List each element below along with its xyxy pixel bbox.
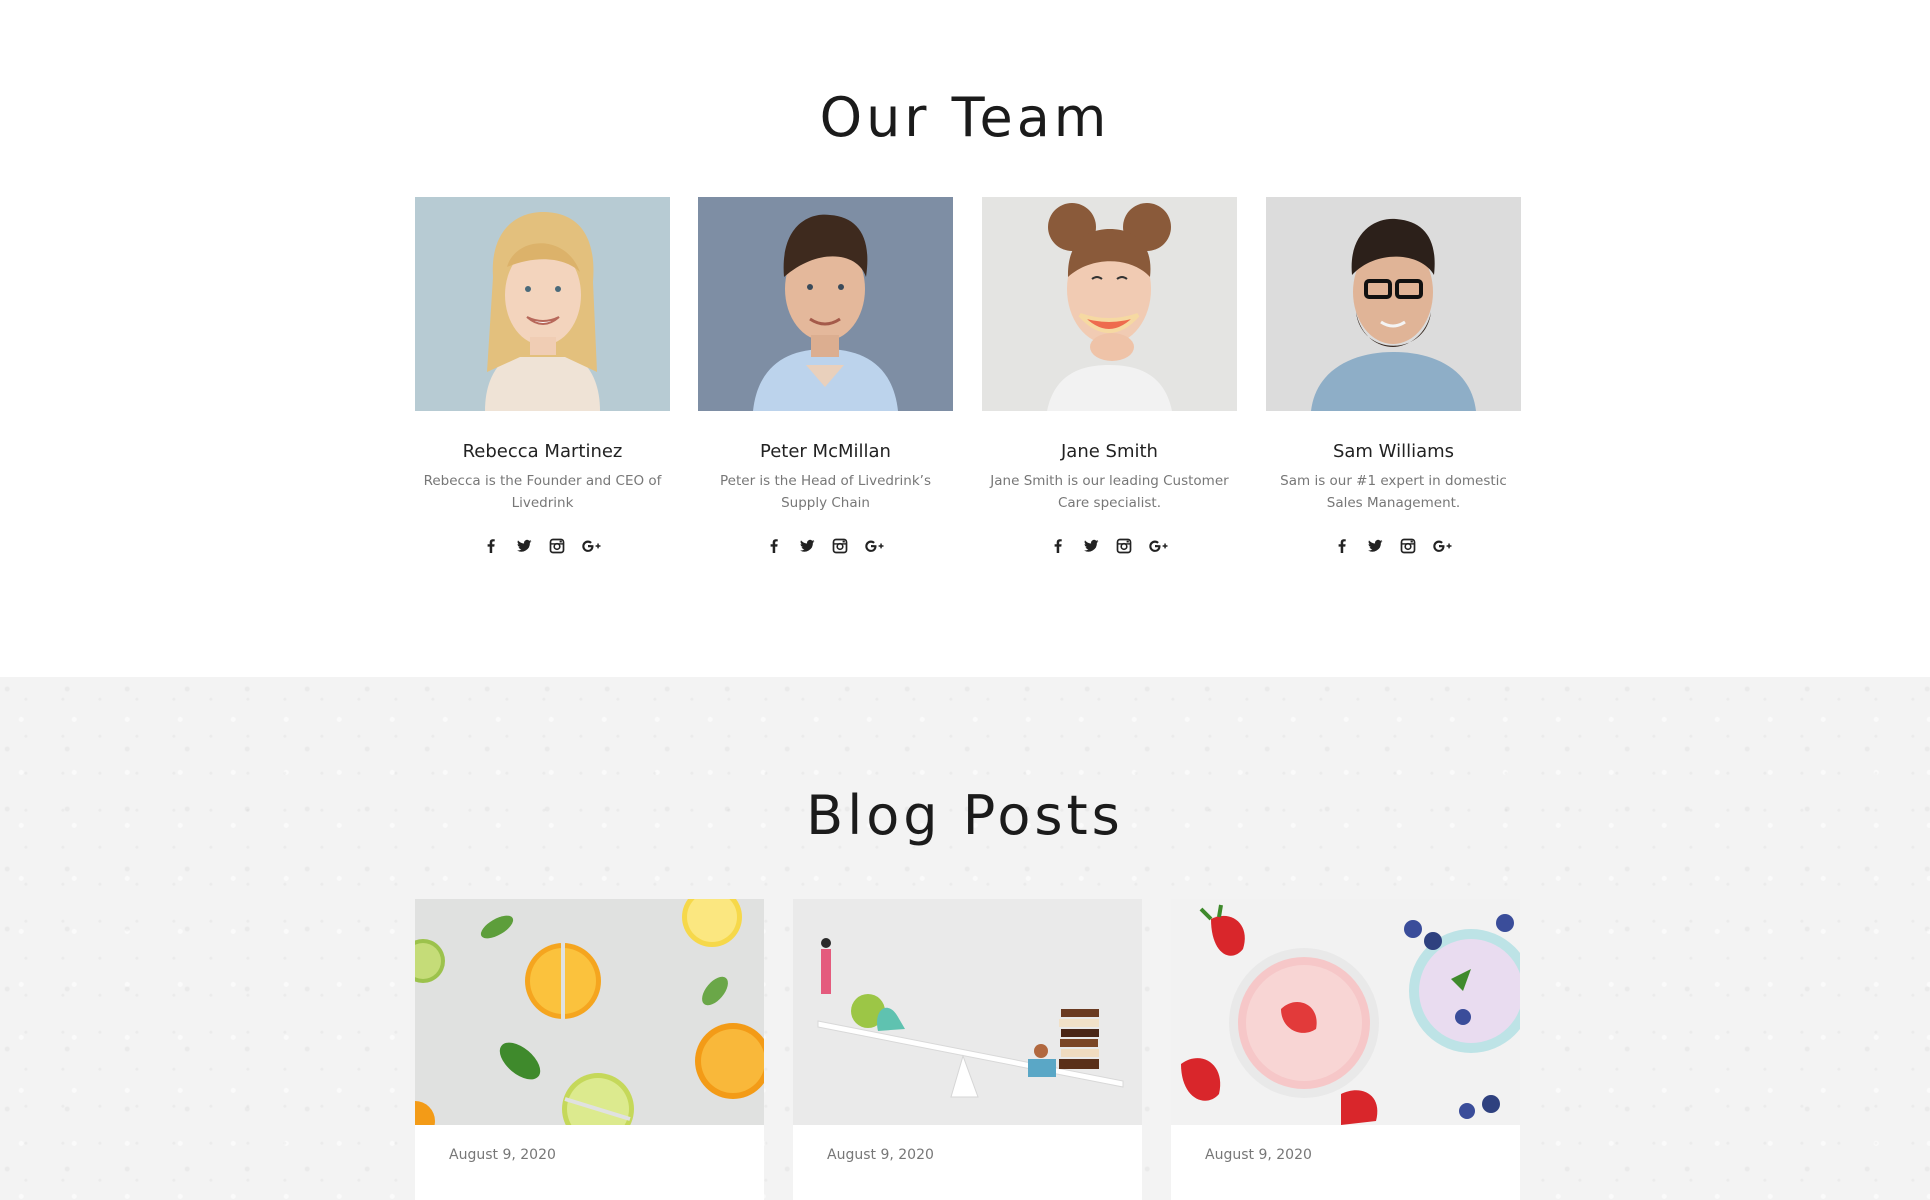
instagram-icon[interactable] [1398, 536, 1418, 556]
team-member-card: Sam Williams Sam is our #1 expert in dom… [1266, 197, 1521, 557]
team-member-bio: Sam is our #1 expert in domestic Sales M… [1280, 473, 1507, 511]
team-member-photo [1266, 197, 1521, 411]
blog-post-card[interactable]: August 9, 2020 [415, 899, 764, 1200]
team-member-social-links [982, 535, 1237, 557]
team-member-name: Rebecca Martinez [462, 441, 623, 462]
team-member-bio: Rebecca is the Founder and CEO of Livedr… [423, 473, 662, 511]
instagram-icon[interactable] [547, 536, 567, 556]
team-member-name: Sam Williams [1332, 441, 1455, 462]
twitter-icon[interactable] [1081, 536, 1101, 556]
team-member-photo [982, 197, 1237, 411]
team-member-photo [698, 197, 953, 411]
team-member-card: Rebecca Martinez Rebecca is the Founder … [415, 197, 670, 557]
google-plus-icon[interactable] [580, 536, 604, 556]
facebook-icon[interactable] [481, 536, 501, 556]
team-member-name: Jane Smith [1061, 441, 1158, 462]
facebook-icon[interactable] [764, 536, 784, 556]
blog-post-thumbnail[interactable] [1171, 899, 1520, 1125]
team-member-bio: Peter is the Head of Livedrink’s Supply … [720, 473, 931, 511]
instagram-icon[interactable] [830, 536, 850, 556]
team-member-social-links [698, 535, 953, 557]
team-section: Our Team Rebecca Martinez Rebecca is the… [0, 0, 1930, 677]
blog-section: Blog Posts August 9, 2020 August 9, 2020… [0, 677, 1930, 1200]
blog-post-thumbnail[interactable] [793, 899, 1142, 1125]
blog-post-thumbnail[interactable] [415, 899, 764, 1125]
team-member-photo [415, 197, 670, 411]
twitter-icon[interactable] [1365, 536, 1385, 556]
team-section-title: Our Team [819, 86, 1111, 149]
facebook-icon[interactable] [1048, 536, 1068, 556]
team-member-card: Peter McMillan Peter is the Head of Live… [698, 197, 953, 557]
team-member-social-links [415, 535, 670, 557]
blog-post-card[interactable]: August 9, 2020 [793, 899, 1142, 1200]
team-member-name: Peter McMillan [760, 441, 891, 462]
twitter-icon[interactable] [514, 536, 534, 556]
team-member-social-links [1266, 535, 1521, 557]
blog-post-date: August 9, 2020 [1205, 1147, 1312, 1163]
twitter-icon[interactable] [797, 536, 817, 556]
google-plus-icon[interactable] [1147, 536, 1171, 556]
blog-post-date: August 9, 2020 [449, 1147, 556, 1163]
google-plus-icon[interactable] [863, 536, 887, 556]
blog-section-title: Blog Posts [806, 784, 1124, 847]
team-grid: Rebecca Martinez Rebecca is the Founder … [415, 197, 1521, 577]
blog-post-card[interactable]: August 9, 2020 [1171, 899, 1520, 1200]
facebook-icon[interactable] [1332, 536, 1352, 556]
team-member-bio: Jane Smith is our leading Customer Care … [990, 473, 1229, 511]
team-member-card: Jane Smith Jane Smith is our leading Cus… [982, 197, 1237, 557]
google-plus-icon[interactable] [1431, 536, 1455, 556]
blog-post-date: August 9, 2020 [827, 1147, 934, 1163]
instagram-icon[interactable] [1114, 536, 1134, 556]
